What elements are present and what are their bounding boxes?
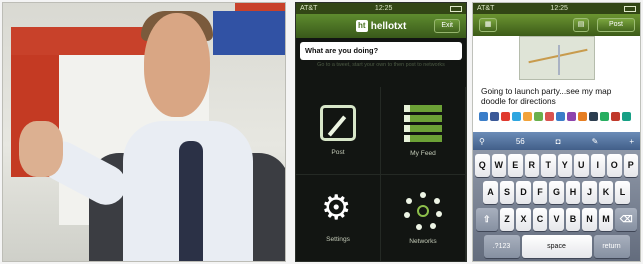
hellotxt-home-screen: AT&T 12:25 ht hellotxt Exit What are you… <box>295 2 467 262</box>
status-input[interactable]: What are you doing? <box>300 42 462 60</box>
key[interactable]: B <box>565 208 581 231</box>
key[interactable]: F <box>532 181 548 204</box>
calendar-button[interactable]: ▤ <box>573 18 589 32</box>
key[interactable]: K <box>598 181 614 204</box>
feed-icon <box>404 104 442 142</box>
my-feed-tile[interactable]: My Feed <box>381 87 466 175</box>
key[interactable]: V <box>549 208 564 231</box>
key[interactable]: P <box>623 154 638 177</box>
carrier-label: AT&T <box>300 5 318 12</box>
key[interactable]: G <box>549 181 564 204</box>
pen-icon[interactable]: ✎ <box>592 137 599 146</box>
key[interactable]: S <box>499 181 515 204</box>
key[interactable]: R <box>524 154 539 177</box>
app-name: hellotxt <box>370 20 407 32</box>
tile-label: Settings <box>326 236 350 243</box>
presenter-photo <box>2 2 286 262</box>
tile-label: My Feed <box>410 149 436 157</box>
key[interactable]: X <box>516 208 531 231</box>
settings-tile[interactable]: Settings <box>296 175 381 261</box>
key[interactable]: Z <box>499 208 515 231</box>
key[interactable]: E <box>508 154 523 177</box>
key[interactable]: Y <box>557 154 572 177</box>
clock: 12:25 <box>550 5 568 12</box>
compose-hint: Go to a tweet, start your own to then po… <box>317 62 445 68</box>
network-icons-row <box>479 110 637 122</box>
grid-menu-button[interactable]: ▦ <box>479 18 497 32</box>
map-doodle-image <box>519 36 595 80</box>
tile-label: Post <box>331 149 345 156</box>
key[interactable]: T <box>541 154 556 177</box>
status-bar: AT&T 12:25 <box>296 3 466 14</box>
logo-icon: ht <box>355 20 368 32</box>
add-icon[interactable]: + <box>629 137 634 146</box>
keyboard-row-1: Q W E R T Y U I O P <box>475 154 638 177</box>
key[interactable]: H <box>565 181 581 204</box>
keyboard-row-4: .?123 space return <box>475 235 638 258</box>
menu-grid: Post My Feed Settings Networks <box>296 87 466 261</box>
post-tile[interactable]: Post <box>296 87 381 175</box>
battery-icon <box>450 5 462 12</box>
keyboard-row-3: ⇧ Z X C V B N M ⌫ <box>475 208 638 231</box>
key[interactable]: N <box>582 208 597 231</box>
key[interactable]: L <box>615 181 630 204</box>
space-key[interactable]: space <box>521 235 592 258</box>
message-text[interactable]: Going to launch party...see my map doodl… <box>481 86 633 106</box>
carrier-label: AT&T <box>477 5 495 12</box>
hellotxt-compose-screen: AT&T 12:25 ▦ ▤ Post Going to launch part… <box>472 2 641 262</box>
numbers-key[interactable]: .?123 <box>483 235 520 258</box>
key[interactable]: I <box>590 154 605 177</box>
key[interactable]: M <box>598 208 614 231</box>
navigation-bar: ▦ ▤ Post <box>473 14 640 36</box>
char-count: 56 <box>515 136 525 146</box>
return-key[interactable]: return <box>593 235 630 258</box>
clock: 12:25 <box>374 5 393 12</box>
on-screen-keyboard: Q W E R T Y U I O P A S D F G H J K L ⇧ … <box>473 150 640 261</box>
key[interactable]: D <box>516 181 531 204</box>
compose-toolbar: ⚲ 56 ◘ ✎ + <box>473 132 640 150</box>
tile-label: Networks <box>409 238 437 245</box>
post-icon <box>320 105 356 141</box>
gear-icon <box>321 188 355 228</box>
shift-key[interactable]: ⇧ <box>475 208 498 231</box>
key[interactable]: C <box>532 208 548 231</box>
face <box>144 13 210 117</box>
key[interactable]: A <box>483 181 498 204</box>
hand <box>19 121 63 177</box>
battery-icon <box>624 5 636 12</box>
exit-button[interactable]: Exit <box>434 19 460 33</box>
networks-icon <box>404 192 442 230</box>
key[interactable]: O <box>607 154 622 177</box>
camera-icon[interactable]: ◘ <box>556 137 561 146</box>
key[interactable]: U <box>574 154 589 177</box>
key[interactable]: Q <box>475 154 490 177</box>
location-icon[interactable]: ⚲ <box>479 137 485 146</box>
keyboard-row-2: A S D F G H J K L <box>475 181 638 204</box>
app-logo: ht hellotxt <box>355 20 407 32</box>
status-bar: AT&T 12:25 <box>473 3 640 14</box>
tie <box>179 141 203 261</box>
composite-image: AT&T 12:25 ht hellotxt Exit What are you… <box>0 0 643 264</box>
navigation-bar: ht hellotxt Exit <box>296 14 466 38</box>
post-button[interactable]: Post <box>597 18 635 32</box>
networks-tile[interactable]: Networks <box>381 175 466 261</box>
compose-area[interactable]: Going to launch party...see my map doodl… <box>473 36 640 132</box>
key[interactable]: J <box>582 181 597 204</box>
backspace-key[interactable]: ⌫ <box>615 208 638 231</box>
key[interactable]: W <box>491 154 506 177</box>
